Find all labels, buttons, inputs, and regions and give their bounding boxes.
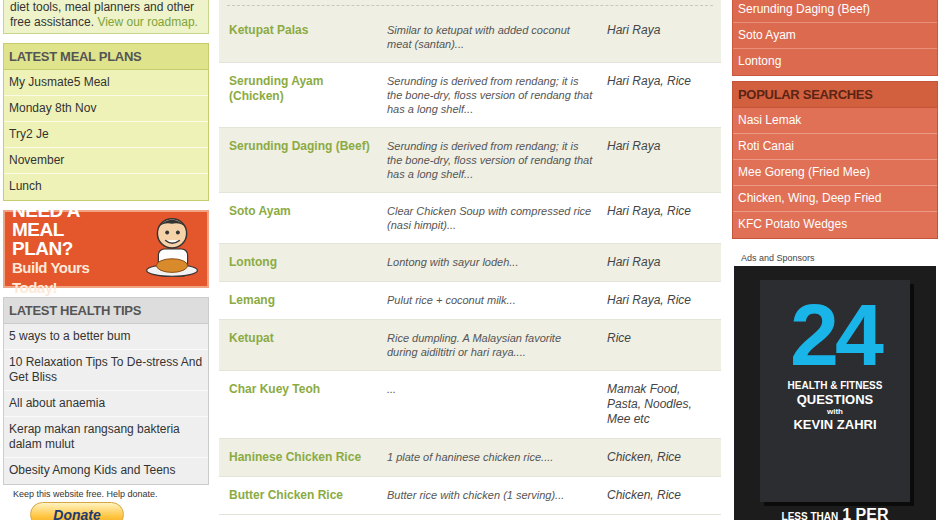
related-item[interactable]: Soto Ayam bbox=[733, 23, 937, 49]
food-name-link[interactable]: Soto Ayam bbox=[229, 204, 387, 232]
related-item[interactable]: Lontong bbox=[733, 49, 937, 75]
food-name-link[interactable]: Butter Chicken Rice bbox=[229, 488, 387, 503]
food-description: ... bbox=[387, 382, 601, 427]
book-cover: 24HEALTH & FITNESSQUESTIONSwithKEVIN ZAH… bbox=[760, 280, 910, 502]
food-name-link[interactable]: Haninese Chicken Rice bbox=[229, 450, 387, 465]
popular-search-item[interactable]: KFC Potato Wedges bbox=[733, 212, 937, 238]
food-description: Butter rice with chicken (1 serving)... bbox=[387, 488, 601, 503]
health-tip-item[interactable]: Kerap makan rangsang bakteria dalam mulu… bbox=[4, 417, 208, 458]
meal-plan-item[interactable]: Monday 8th Nov bbox=[4, 96, 208, 122]
food-row: Serunding Daging (Beef)Serunding is deri… bbox=[219, 128, 721, 193]
donate-note: Keep this website free. Help donate. bbox=[13, 489, 209, 499]
food-row: Soto AyamClear Chicken Soup with compres… bbox=[219, 193, 721, 244]
health-tip-item[interactable]: 5 ways to a better bum bbox=[4, 324, 208, 350]
banner-text: NEED A MEALPLAN?Build Yours Today! bbox=[12, 201, 135, 298]
food-row: Char Kuey Teoh...Mamak Food, Pasta, Nood… bbox=[219, 371, 721, 439]
food-description: Clear Chicken Soup with compressed rice … bbox=[387, 204, 601, 232]
food-description: Serunding is derived from rendang; it is… bbox=[387, 74, 601, 116]
donate-button[interactable]: Donate bbox=[30, 502, 124, 520]
related-panel: Serunding Daging (Beef)Soto AyamLontong bbox=[732, 0, 938, 76]
panel-header: LATEST HEALTH TIPS bbox=[4, 298, 208, 324]
left-sidebar: diet tools, meal planners and other free… bbox=[3, 0, 209, 520]
food-row: KetupatRice dumpling. A Malaysian favori… bbox=[219, 320, 721, 371]
food-category: Chicken, Rice bbox=[601, 488, 711, 503]
food-description: Rice dumpling. A Malaysian favorite duri… bbox=[387, 331, 601, 359]
food-category: Hari Raya, Rice bbox=[601, 204, 711, 232]
popular-search-item[interactable]: Roti Canai bbox=[733, 134, 937, 160]
popular-search-item[interactable]: Mee Goreng (Fried Mee) bbox=[733, 160, 937, 186]
meal-plan-item[interactable]: My Jusmate5 Meal bbox=[4, 70, 208, 96]
ad-footer: LESS THAN1 PER bbox=[782, 506, 889, 520]
list-top-strip bbox=[219, 0, 721, 12]
food-description: Pulut rice + coconut milk... bbox=[387, 293, 601, 308]
food-description: Similar to ketupat with added coconut me… bbox=[387, 23, 601, 51]
food-category: Mamak Food, Pasta, Noodles, Mee etc bbox=[601, 382, 711, 427]
popular-search-item[interactable]: Nasi Lemak bbox=[733, 108, 937, 134]
food-category: Rice bbox=[601, 331, 711, 359]
food-category: Hari Raya bbox=[601, 139, 711, 181]
food-description: Serunding is derived from rendang; it is… bbox=[387, 139, 601, 181]
food-row: Butter Chicken RiceButter rice with chic… bbox=[219, 477, 721, 515]
food-name-link[interactable]: Lemang bbox=[229, 293, 387, 308]
health-tips-panel: LATEST HEALTH TIPS5 ways to a better bum… bbox=[3, 297, 209, 485]
food-list: Ketupat PalasSimilar to ketupat with add… bbox=[219, 0, 721, 515]
right-sidebar: Serunding Daging (Beef)Soto AyamLontongP… bbox=[732, 0, 938, 520]
food-name-link[interactable]: Char Kuey Teoh bbox=[229, 382, 387, 427]
food-category: Hari Raya, Rice bbox=[601, 293, 711, 308]
panel-header: LATEST MEAL PLANS bbox=[4, 44, 208, 70]
popular-search-item[interactable]: Chicken, Wing, Deep Fried bbox=[733, 186, 937, 212]
meal-plan-item[interactable]: Try2 Je bbox=[4, 122, 208, 148]
food-row: Serunding Ayam (Chicken)Serunding is der… bbox=[219, 63, 721, 128]
food-category: Hari Raya bbox=[601, 255, 711, 270]
food-description: Lontong with sayur lodeh... bbox=[387, 255, 601, 270]
food-category: Hari Raya bbox=[601, 23, 711, 51]
health-tip-item[interactable]: Obesity Among Kids and Teens bbox=[4, 458, 208, 484]
food-name-link[interactable]: Ketupat bbox=[229, 331, 387, 359]
health-tip-item[interactable]: 10 Relaxation Tips To De-stress And Get … bbox=[4, 350, 208, 391]
food-row: Haninese Chicken Rice1 plate of haninese… bbox=[219, 439, 721, 477]
food-category: Hari Raya, Rice bbox=[601, 74, 711, 116]
food-row: LemangPulut rice + coconut milk...Hari R… bbox=[219, 282, 721, 320]
ad-banner[interactable]: 24HEALTH & FITNESSQUESTIONSwithKEVIN ZAH… bbox=[734, 266, 936, 520]
ads-label: Ads and Sponsors bbox=[741, 253, 938, 263]
meal-plan-item[interactable]: November bbox=[4, 148, 208, 174]
food-name-link[interactable]: Serunding Ayam (Chicken) bbox=[229, 74, 387, 116]
page: diet tools, meal planners and other free… bbox=[0, 0, 949, 520]
meal-plans-panel: LATEST MEAL PLANSMy Jusmate5 MealMonday … bbox=[3, 43, 209, 201]
dashed-divider bbox=[227, 5, 713, 6]
popular-searches-panel: POPULAR SEARCHESNasi LemakRoti CanaiMee … bbox=[732, 81, 938, 239]
roadmap-link[interactable]: View our roadmap. bbox=[97, 15, 198, 29]
meal-plan-item[interactable]: Lunch bbox=[4, 174, 208, 200]
chef-icon bbox=[135, 213, 203, 285]
food-name-link[interactable]: Ketupat Palas bbox=[229, 23, 387, 51]
food-description: 1 plate of haninese chicken rice.... bbox=[387, 450, 601, 465]
intro-box: diet tools, meal planners and other free… bbox=[3, 0, 209, 34]
panel-header: POPULAR SEARCHES bbox=[733, 82, 937, 108]
food-row: LontongLontong with sayur lodeh...Hari R… bbox=[219, 244, 721, 282]
food-row: Ketupat PalasSimilar to ketupat with add… bbox=[219, 12, 721, 63]
food-category: Chicken, Rice bbox=[601, 450, 711, 465]
meal-plan-banner[interactable]: NEED A MEALPLAN?Build Yours Today! bbox=[3, 210, 209, 288]
food-name-link[interactable]: Lontong bbox=[229, 255, 387, 270]
related-item[interactable]: Serunding Daging (Beef) bbox=[733, 0, 937, 23]
health-tip-item[interactable]: All about anaemia bbox=[4, 391, 208, 417]
food-name-link[interactable]: Serunding Daging (Beef) bbox=[229, 139, 387, 181]
